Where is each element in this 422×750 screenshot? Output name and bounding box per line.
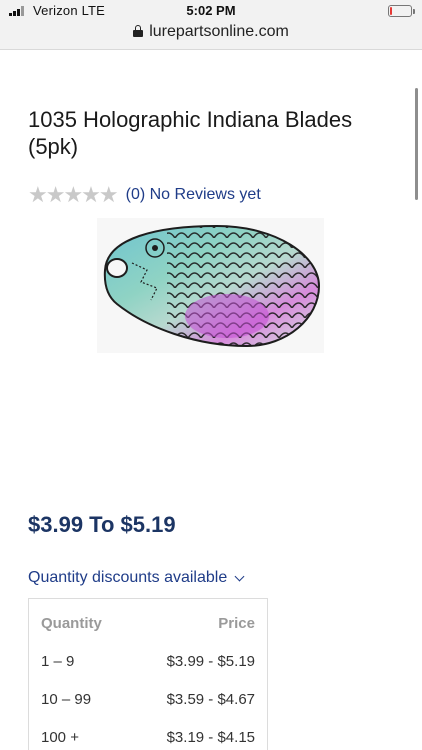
url-bar[interactable]: lurepartsonline.com [0,23,422,45]
row-price: $3.19 - $4.15 [166,728,255,746]
header-price: Price [218,614,255,632]
battery-icon [388,5,415,17]
quantity-discounts-label: Quantity discounts available [28,569,228,586]
quantity-discount-table: Quantity Price 1 – 9 $3.99 - $5.19 10 – … [28,598,268,750]
table-row: 10 – 99 $3.59 - $4.67 [41,687,255,711]
reviews-link[interactable]: (0) No Reviews yet [126,186,261,204]
quantity-discounts-toggle[interactable]: Quantity discounts available [28,569,245,587]
header-quantity: Quantity [41,614,102,632]
chevron-down-icon [234,571,245,581]
product-title: 1035 Holographic Indiana Blades (5pk) [28,107,353,159]
table-row: 1 – 9 $3.99 - $5.19 [41,649,255,673]
browser-chrome: Verizon LTE 5:02 PM lurepartsonline.com [0,0,422,50]
scrollbar-thumb[interactable] [415,88,418,200]
status-bar: Verizon LTE 5:02 PM [0,0,422,22]
product-image[interactable] [97,218,324,353]
price-range: $3.99 To $5.19 [28,512,176,537]
row-quantity: 1 – 9 [41,652,75,670]
table-header-row: Quantity Price [41,611,255,635]
rating-stars-icon: ★★★★★ [28,182,119,207]
row-price: $3.59 - $4.67 [166,690,255,708]
row-quantity: 10 – 99 [41,690,92,708]
clock: 5:02 PM [186,3,236,18]
row-price: $3.99 - $5.19 [166,652,255,670]
spinner-blade-image [103,224,321,348]
product-rating[interactable]: ★★★★★ (0) No Reviews yet [28,184,261,206]
row-quantity: 100 + [41,728,79,746]
url-text: lurepartsonline.com [149,23,289,40]
lock-icon [133,25,144,37]
table-row: 100 + $3.19 - $4.15 [41,725,255,749]
